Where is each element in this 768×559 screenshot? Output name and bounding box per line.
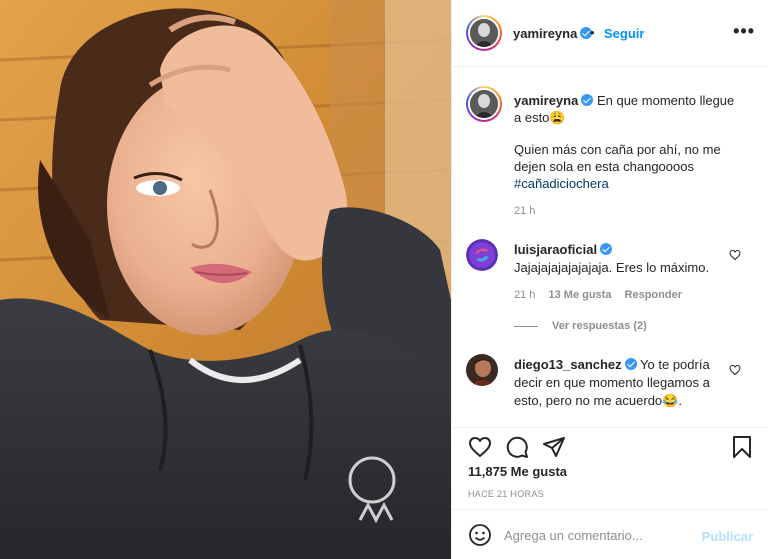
author-avatar[interactable]: [466, 15, 502, 51]
comment-username[interactable]: diego13_sanchez: [514, 357, 622, 372]
caption-username[interactable]: yamireyna: [514, 93, 578, 108]
comments-list[interactable]: yamireyna En que momento llegue a esto😩 …: [452, 67, 768, 427]
comment-username[interactable]: luisjaraoficial: [514, 242, 597, 257]
author-username-text[interactable]: yamireyna: [513, 26, 577, 41]
instagram-post-window: yamireyna • Seguir ••• yamireyna En que …: [0, 0, 768, 559]
post-actions: 11,875 Me gusta HACE 21 HORAS: [452, 427, 768, 509]
author-username[interactable]: yamireyna: [513, 26, 593, 41]
comment-text: Jajajajajajajajaja. Eres lo máximo.: [514, 260, 710, 275]
reply-button[interactable]: Responder: [625, 289, 682, 301]
comment-header: luisjaraoficial: [514, 241, 613, 258]
comment-meta: 21 h 13 Me gusta Responder: [514, 289, 692, 301]
verified-icon: [624, 358, 637, 370]
selfie-image: [0, 0, 451, 559]
heart-icon[interactable]: [468, 435, 492, 459]
follow-button[interactable]: Seguir: [604, 26, 644, 41]
caption-line2: Quien más con caña por ahí, no me dejen …: [514, 142, 721, 174]
publish-button[interactable]: Publicar: [702, 529, 753, 544]
comment-avatar-diego13_sanchez[interactable]: [466, 354, 498, 386]
verified-icon: [600, 243, 613, 255]
caption-time: 21 h: [514, 205, 536, 217]
emoji-icon[interactable]: [468, 523, 492, 547]
replies-divider: [514, 326, 538, 327]
comment-input[interactable]: [504, 523, 694, 547]
caption-hashtag[interactable]: #cañadiciochera: [514, 175, 609, 192]
verified-icon: [581, 94, 594, 106]
add-comment-bar: Publicar: [452, 509, 768, 559]
more-icon[interactable]: •••: [733, 22, 755, 40]
comment-likes[interactable]: 13 Me gusta: [548, 289, 611, 301]
comment-avatar-luisjaraoficial[interactable]: [466, 239, 498, 271]
comment-icon[interactable]: [505, 435, 529, 459]
comment-like-heart-icon[interactable]: [729, 249, 741, 261]
comment-time: 21 h: [514, 289, 536, 301]
bookmark-icon[interactable]: [730, 435, 754, 459]
post-photo[interactable]: [0, 0, 451, 559]
post-time-ago: HACE 21 HORAS: [468, 489, 544, 499]
post-sidebar: yamireyna • Seguir ••• yamireyna En que …: [451, 0, 768, 559]
caption-avatar[interactable]: [466, 86, 502, 122]
comment-like-heart-icon[interactable]: [729, 364, 741, 376]
separator-dot: •: [590, 25, 595, 40]
share-icon[interactable]: [542, 435, 566, 459]
comment-text-block: diego13_sanchez Yo te podría decir en qu…: [514, 356, 739, 410]
post-header: yamireyna • Seguir •••: [452, 0, 768, 67]
likes-count[interactable]: 11,875 Me gusta: [468, 464, 567, 479]
caption-text-block: yamireyna En que momento llegue a esto😩: [514, 92, 744, 126]
view-replies-button[interactable]: Ver respuestas (2): [552, 320, 647, 332]
